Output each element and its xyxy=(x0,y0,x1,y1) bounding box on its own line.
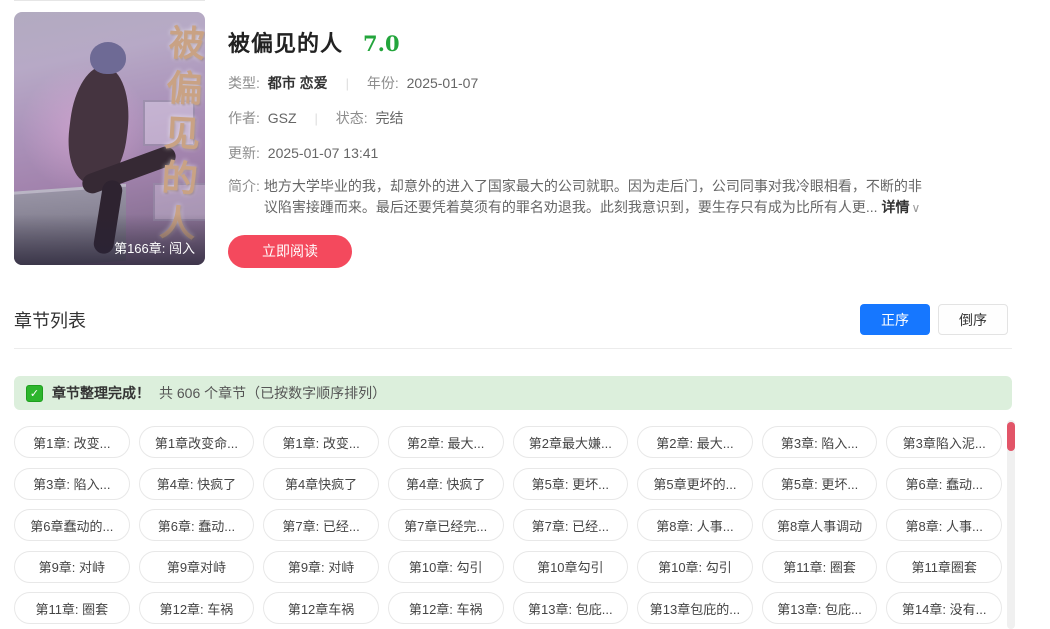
year-label: 年份: xyxy=(367,75,399,91)
chapter-section-header: 章节列表 正序 倒序 xyxy=(0,268,1050,335)
updated-label: 更新: xyxy=(228,145,260,161)
chapter-button[interactable]: 第7章: 已经... xyxy=(263,509,379,541)
chapter-button[interactable]: 第4章快疯了 xyxy=(263,468,379,500)
chapter-button[interactable]: 第3章: 陷入... xyxy=(762,426,878,458)
meta-row-author-status: 作者: GSZ | 状态: 完结 xyxy=(228,108,1036,128)
chapter-button[interactable]: 第2章: 最大... xyxy=(388,426,504,458)
rating-score: 7.0 xyxy=(363,31,400,56)
chapter-button[interactable]: 第12章车祸 xyxy=(263,592,379,624)
book-title: 被偏见的人 xyxy=(228,26,343,58)
meta-row-updated: 更新: 2025-01-07 13:41 xyxy=(228,143,1036,163)
chapter-button[interactable]: 第8章: 人事... xyxy=(637,509,753,541)
chapter-button[interactable]: 第1章: 改变... xyxy=(263,426,379,458)
chapters-ready-banner: ✓ 章节整理完成！ 共 606 个章节（已按数字顺序排列） xyxy=(14,376,1012,410)
type-value[interactable]: 都市 恋爱 xyxy=(268,75,328,91)
status-value: 完结 xyxy=(376,110,404,126)
year-value: 2025-01-07 xyxy=(407,75,479,91)
chapter-button[interactable]: 第13章: 包庇... xyxy=(762,592,878,624)
chapter-button[interactable]: 第12章: 车祸 xyxy=(139,592,255,624)
synopsis-row: 简介: 地方大学毕业的我，却意外的进入了国家最大的公司就职。因为走后门，公司同事… xyxy=(228,176,1036,219)
meta-row-type-year: 类型: 都市 恋爱 | 年份: 2025-01-07 xyxy=(228,73,1036,93)
comic-detail-page: 被偏见的人 第166章: 闯入 被偏见的人 7.0 类型: 都市 恋爱 | 年份… xyxy=(0,0,1050,629)
chapter-button[interactable]: 第3章: 陷入... xyxy=(14,468,130,500)
chapter-button[interactable]: 第9章对峙 xyxy=(139,551,255,583)
chapter-button[interactable]: 第11章: 圈套 xyxy=(14,592,130,624)
chapter-button[interactable]: 第1章改变命... xyxy=(139,426,255,458)
chapter-button[interactable]: 第11章圈套 xyxy=(886,551,1002,583)
chapter-button[interactable]: 第10章: 勾引 xyxy=(637,551,753,583)
chapter-button[interactable]: 第6章: 蠢动... xyxy=(139,509,255,541)
chapter-button[interactable]: 第4章: 快疯了 xyxy=(139,468,255,500)
banner-count-text: 共 606 个章节（已按数字顺序排列） xyxy=(159,383,386,403)
chapter-button[interactable]: 第13章: 包庇... xyxy=(513,592,629,624)
chapter-button[interactable]: 第7章: 已经... xyxy=(513,509,629,541)
chapter-grid-wrap: 第1章: 改变...第1章改变命...第1章: 改变...第2章: 最大...第… xyxy=(14,426,1050,624)
chapter-button[interactable]: 第1章: 改变... xyxy=(14,426,130,458)
chapter-button[interactable]: 第10章勾引 xyxy=(513,551,629,583)
success-check-icon: ✓ xyxy=(26,385,43,402)
synopsis-label: 简介: xyxy=(228,176,260,219)
sort-descending-button[interactable]: 倒序 xyxy=(938,304,1008,335)
chapter-button[interactable]: 第6章蠢动的... xyxy=(14,509,130,541)
chapter-button[interactable]: 第14章: 没有... xyxy=(886,592,1002,624)
read-now-button[interactable]: 立即阅读 xyxy=(228,235,352,268)
book-header-section: 被偏见的人 第166章: 闯入 被偏见的人 7.0 类型: 都市 恋爱 | 年份… xyxy=(0,0,1050,268)
chapter-button[interactable]: 第3章陷入泥... xyxy=(886,426,1002,458)
chapter-button[interactable]: 第2章: 最大... xyxy=(637,426,753,458)
chapter-button[interactable]: 第5章: 更坏... xyxy=(513,468,629,500)
chapter-button[interactable]: 第7章已经完... xyxy=(388,509,504,541)
sort-ascending-button[interactable]: 正序 xyxy=(860,304,930,335)
book-info: 被偏见的人 7.0 类型: 都市 恋爱 | 年份: 2025-01-07 作者:… xyxy=(228,12,1036,268)
chapter-button[interactable]: 第11章: 圈套 xyxy=(762,551,878,583)
author-label: 作者: xyxy=(228,110,260,126)
top-divider xyxy=(14,0,205,1)
type-label: 类型: xyxy=(228,75,260,91)
section-divider xyxy=(14,348,1012,349)
chapter-button[interactable]: 第10章: 勾引 xyxy=(388,551,504,583)
chapter-button[interactable]: 第13章包庇的... xyxy=(637,592,753,624)
sort-buttons: 正序 倒序 xyxy=(860,304,1008,335)
meta-separator: | xyxy=(346,76,349,91)
chapter-button[interactable]: 第8章: 人事... xyxy=(886,509,1002,541)
chapter-scrollbar-track[interactable] xyxy=(1007,420,1015,629)
updated-value: 2025-01-07 13:41 xyxy=(268,145,379,161)
chapter-button[interactable]: 第8章人事调动 xyxy=(762,509,878,541)
cover-latest-chapter-badge: 第166章: 闯入 xyxy=(14,214,205,265)
chapter-button[interactable]: 第9章: 对峙 xyxy=(263,551,379,583)
detail-toggle[interactable]: 详情∨ xyxy=(881,199,920,215)
chapter-button[interactable]: 第5章更坏的... xyxy=(637,468,753,500)
chevron-down-icon: ∨ xyxy=(911,201,920,215)
book-cover[interactable]: 被偏见的人 第166章: 闯入 xyxy=(14,12,205,265)
chapter-button[interactable]: 第6章: 蠢动... xyxy=(886,468,1002,500)
chapter-scrollbar-thumb[interactable] xyxy=(1007,422,1015,451)
title-row: 被偏见的人 7.0 xyxy=(228,26,1036,58)
status-label: 状态: xyxy=(336,110,368,126)
chapter-section-title: 章节列表 xyxy=(14,307,86,333)
banner-bold-text: 章节整理完成！ xyxy=(52,383,150,403)
synopsis-body: 地方大学毕业的我，却意外的进入了国家最大的公司就职。因为走后门，公司同事对我冷眼… xyxy=(264,178,922,215)
chapter-button[interactable]: 第2章最大嫌... xyxy=(513,426,629,458)
chapter-button[interactable]: 第4章: 快疯了 xyxy=(388,468,504,500)
detail-label: 详情 xyxy=(881,199,909,215)
cover-art-figure-head xyxy=(90,42,126,74)
chapter-button[interactable]: 第9章: 对峙 xyxy=(14,551,130,583)
meta-separator: | xyxy=(314,111,317,126)
author-value: GSZ xyxy=(268,110,297,126)
synopsis-text: 地方大学毕业的我，却意外的进入了国家最大的公司就职。因为走后门，公司同事对我冷眼… xyxy=(264,176,926,219)
chapter-button[interactable]: 第12章: 车祸 xyxy=(388,592,504,624)
chapter-button[interactable]: 第5章: 更坏... xyxy=(762,468,878,500)
chapter-grid: 第1章: 改变...第1章改变命...第1章: 改变...第2章: 最大...第… xyxy=(14,426,1002,624)
